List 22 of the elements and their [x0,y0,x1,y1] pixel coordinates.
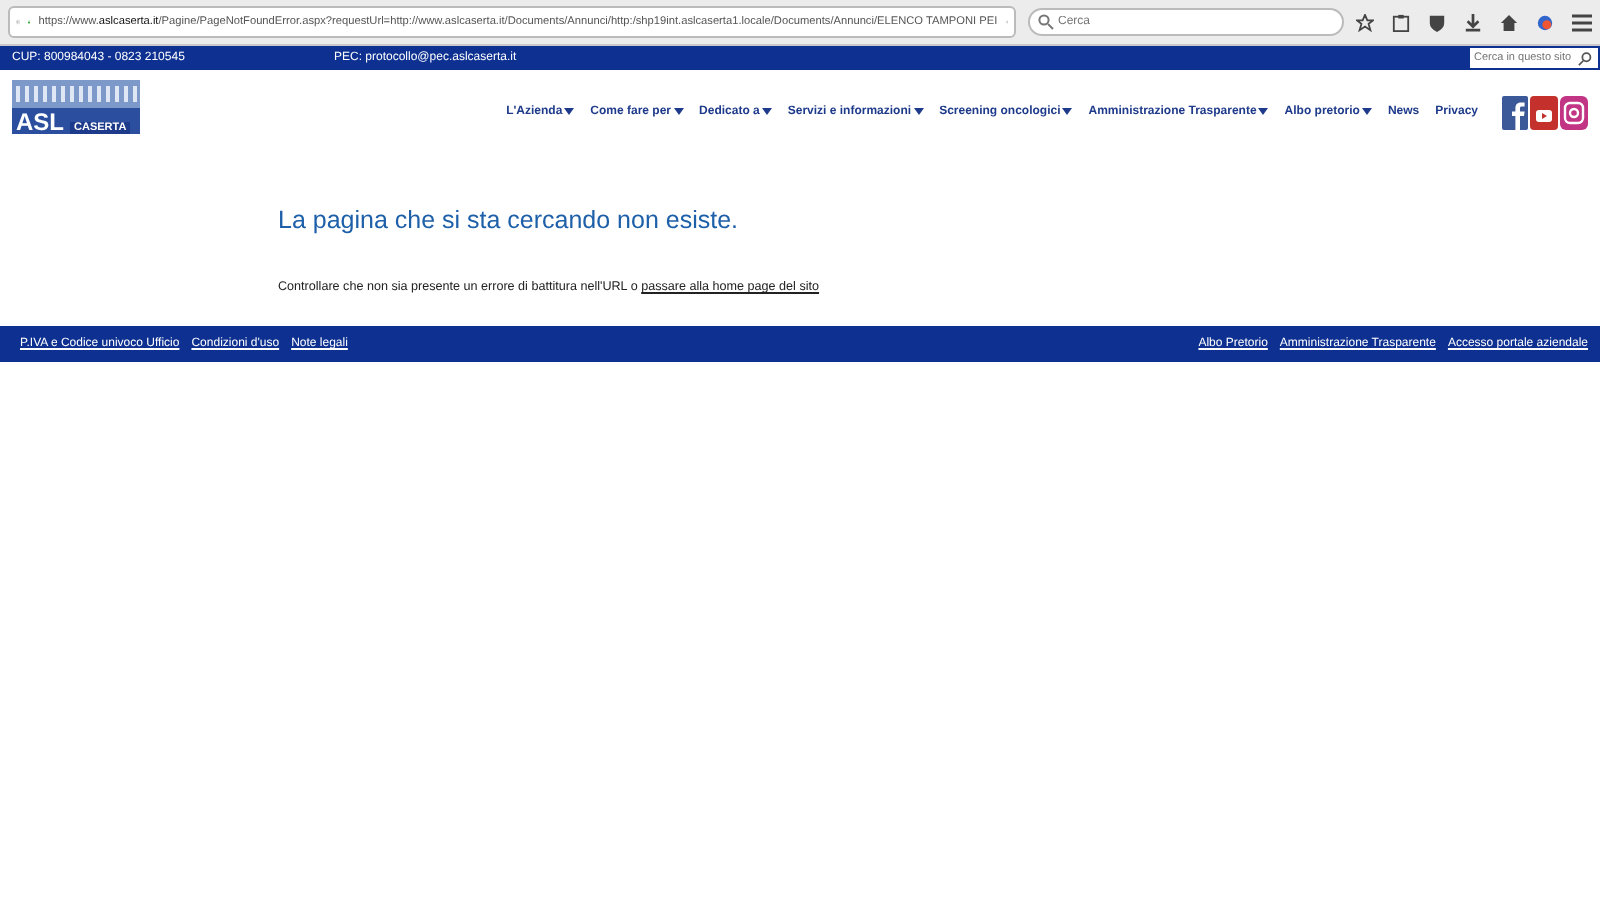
download-icon[interactable] [1464,13,1482,31]
caret-icon[interactable] [1062,108,1073,116]
caret-icon[interactable] [913,108,924,116]
star-icon[interactable] [1356,13,1374,31]
search-icon [1038,14,1054,30]
caret-icon[interactable] [564,108,575,116]
caret-icon[interactable] [761,108,772,116]
clipboard-icon[interactable] [1392,13,1410,31]
error-title: La pagina che si sta cercando non esiste. [278,206,741,234]
search-icon [1578,51,1592,65]
building-drawing [12,79,140,107]
youtube-icon[interactable] [1530,95,1558,129]
home-icon[interactable] [1500,13,1518,31]
shield-icon[interactable] [1428,13,1446,31]
extension-icon[interactable] [1536,13,1554,31]
logo-text: ASL [16,109,64,133]
menu-icon[interactable] [1572,13,1592,31]
caret-icon[interactable] [673,108,684,116]
caret-icon[interactable] [1258,108,1269,116]
caret-icon[interactable] [1361,108,1372,116]
facebook-icon[interactable] [1502,95,1528,129]
instagram-icon[interactable] [1560,95,1588,129]
